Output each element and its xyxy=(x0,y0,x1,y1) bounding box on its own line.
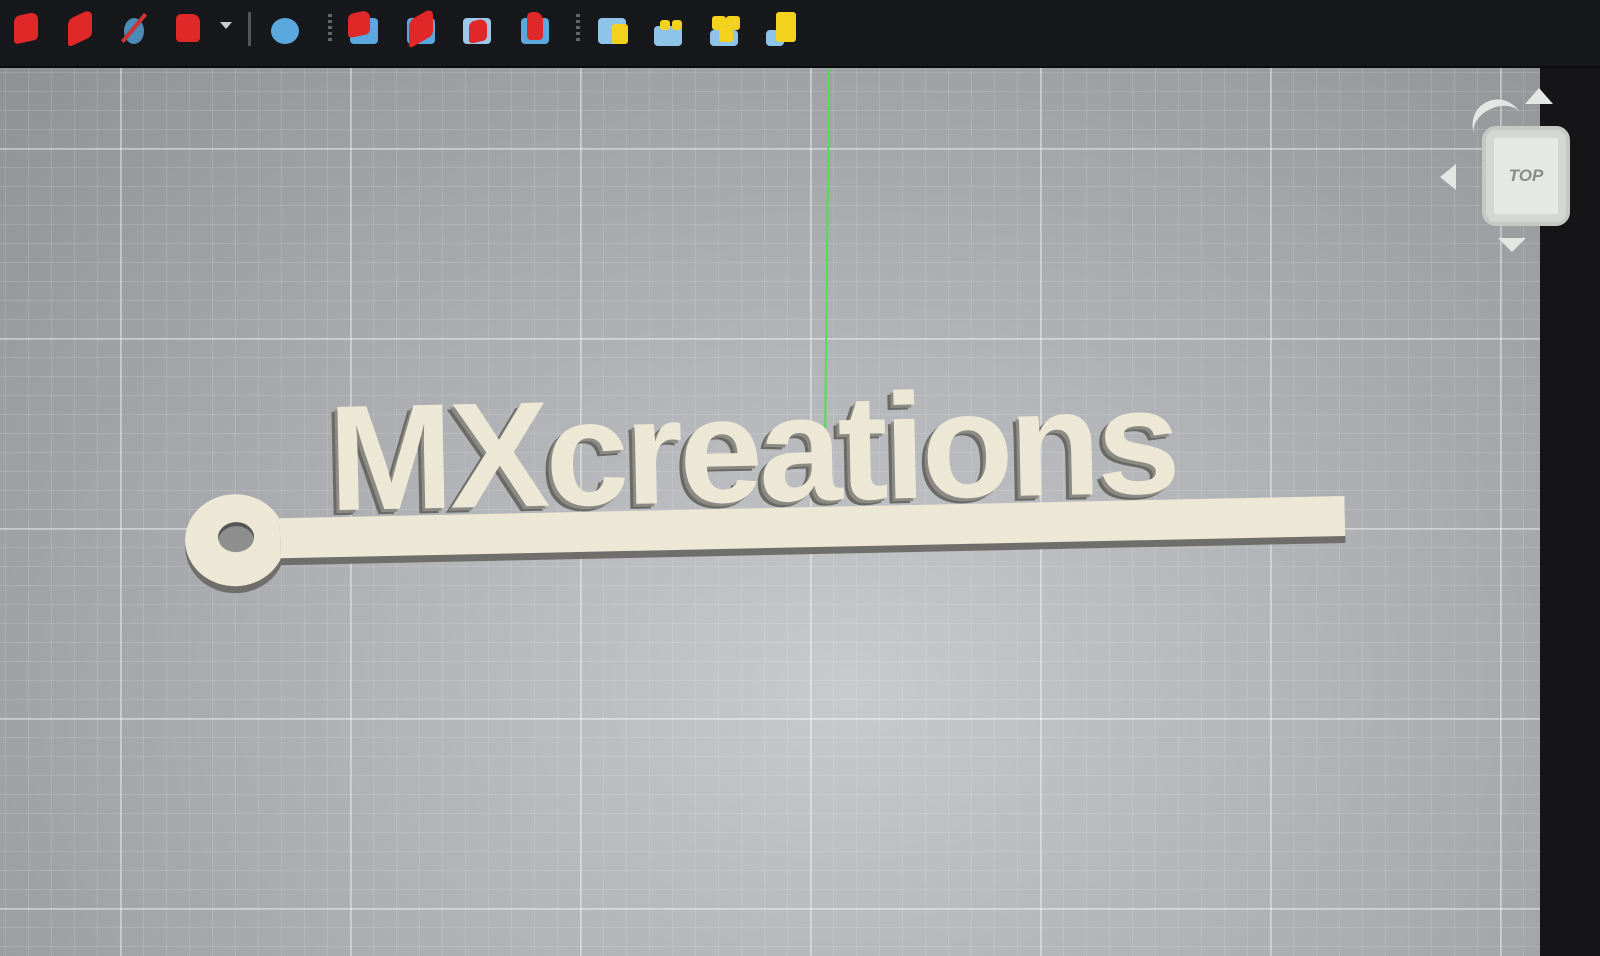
model-text: MXcreations xyxy=(326,356,1178,543)
assembly-icon[interactable] xyxy=(592,8,632,48)
view-right-icon[interactable] xyxy=(515,8,555,48)
part-section-icon[interactable] xyxy=(114,8,154,48)
arrow-down-icon[interactable] xyxy=(1498,238,1526,252)
keychain-model[interactable]: MXcreations xyxy=(177,356,1362,671)
part-extrude-icon[interactable] xyxy=(168,8,208,48)
sphere-icon[interactable] xyxy=(265,8,305,48)
navcube-face-top[interactable]: TOP xyxy=(1482,126,1570,226)
assembly-explode-icon[interactable] xyxy=(760,8,800,48)
assembly-constraints-icon[interactable] xyxy=(648,8,688,48)
navigation-cube[interactable]: TOP xyxy=(1430,78,1600,268)
view-top-icon[interactable] xyxy=(457,8,497,48)
keychain-ring xyxy=(184,493,287,588)
arrow-up-icon[interactable] xyxy=(1525,88,1553,104)
view-axonometric-icon[interactable] xyxy=(344,8,384,48)
part-box-icon[interactable] xyxy=(6,8,46,48)
keychain-hole xyxy=(217,521,255,553)
view-front-icon[interactable] xyxy=(401,7,441,49)
part-chamfer-icon[interactable] xyxy=(60,8,100,48)
toolbar-grip[interactable] xyxy=(576,14,580,44)
toolbar-grip[interactable] xyxy=(328,14,332,44)
3d-viewport[interactable]: MXcreations xyxy=(0,68,1540,956)
toolbar xyxy=(0,0,1600,68)
dropdown-arrow-icon[interactable] xyxy=(220,22,232,29)
toolbar-separator xyxy=(248,12,251,46)
arrow-left-icon[interactable] xyxy=(1440,164,1456,190)
assembly-parts-icon[interactable] xyxy=(704,8,744,48)
